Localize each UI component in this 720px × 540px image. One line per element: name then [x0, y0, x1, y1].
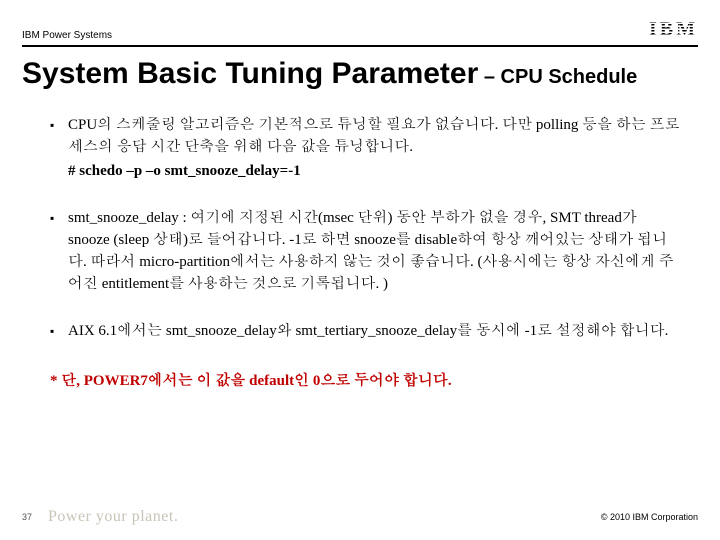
bullet-item: CPU의 스케줄링 알고리즘은 기본적으로 튜닝할 필요가 없습니다. 다만 p… [50, 115, 682, 182]
title-main: System Basic Tuning Parameter [22, 57, 478, 90]
slide: IBM Power Systems IBM System Basic Tunin… [0, 0, 720, 540]
command-text: # schedo –p –o smt_snooze_delay=-1 [68, 161, 682, 183]
slide-content: CPU의 스케줄링 알고리즘은 기본적으로 튜닝할 필요가 없습니다. 다만 p… [22, 91, 698, 390]
title-sub: – CPU Schedule [478, 66, 637, 88]
copyright: © 2010 IBM Corporation [601, 512, 698, 522]
product-line: IBM Power Systems [22, 30, 112, 41]
bullet-text: AIX 6.1에서는 smt_snooze_delay와 smt_tertiar… [68, 323, 668, 339]
slide-title: System Basic Tuning Parameter – CPU Sche… [22, 57, 698, 91]
warning-note: * 단, POWER7에서는 이 값을 default인 0으로 두어야 합니다… [50, 369, 682, 390]
page-number: 37 [22, 512, 32, 522]
bullet-text: smt_snooze_delay : 여기에 지정된 시간(msec 단위) 동… [68, 210, 674, 291]
ibm-logo-text: IBM [649, 18, 698, 41]
bullet-text: CPU의 스케줄링 알고리즘은 기본적으로 튜닝할 필요가 없습니다. 다만 p… [68, 117, 680, 155]
ibm-logo: IBM [649, 18, 698, 41]
bullet-item: AIX 6.1에서는 smt_snooze_delay와 smt_tertiar… [50, 321, 682, 343]
footer-left: 37 Power your planet. [22, 508, 178, 526]
slide-header: IBM Power Systems IBM [22, 18, 698, 47]
bullet-item: smt_snooze_delay : 여기에 지정된 시간(msec 단위) 동… [50, 208, 682, 295]
slide-footer: 37 Power your planet. © 2010 IBM Corpora… [22, 508, 698, 526]
tagline: Power your planet. [48, 508, 178, 526]
